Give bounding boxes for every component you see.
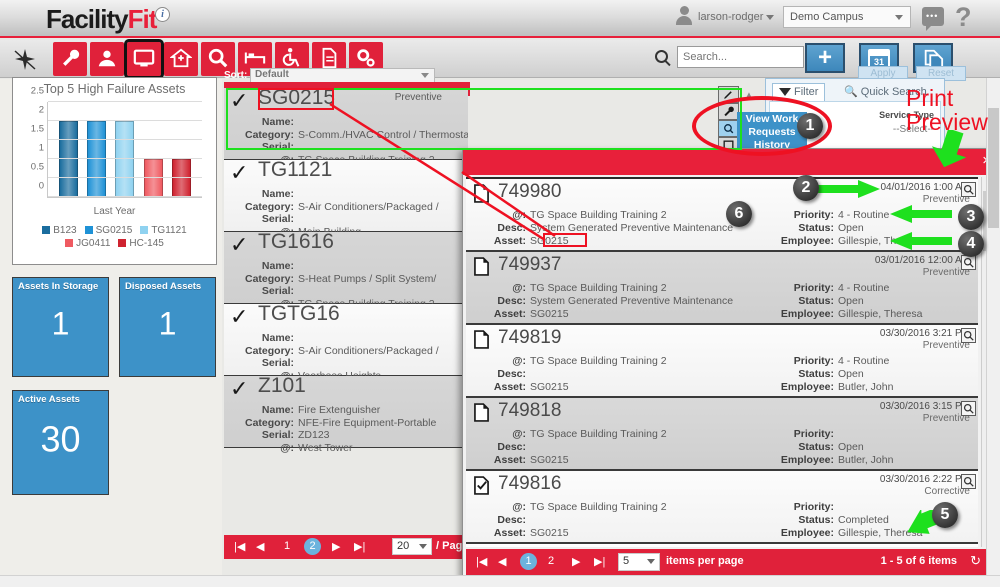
annotation-2: 2	[793, 175, 819, 201]
annotation-1: 1	[797, 113, 823, 139]
arrow-status-field	[890, 205, 952, 225]
arrow-date-field	[818, 180, 880, 200]
annotation-4: 4	[958, 231, 984, 257]
highlight-asset-value	[543, 233, 587, 247]
print-preview-line-1: Print	[906, 86, 988, 110]
highlight-asset-code	[258, 88, 334, 110]
facilityfit-app: FacilityFit® i larson-rodger Demo Campus…	[0, 0, 1000, 587]
arrow-employee-field	[890, 232, 952, 252]
print-preview-annotation: Print Preview	[906, 86, 988, 134]
print-preview-line-2: Preview	[906, 110, 988, 134]
annotation-6: 6	[726, 201, 752, 227]
annotation-3: 3	[958, 204, 984, 230]
arrow-print-preview	[930, 130, 974, 170]
annotation-5: 5	[932, 502, 958, 528]
